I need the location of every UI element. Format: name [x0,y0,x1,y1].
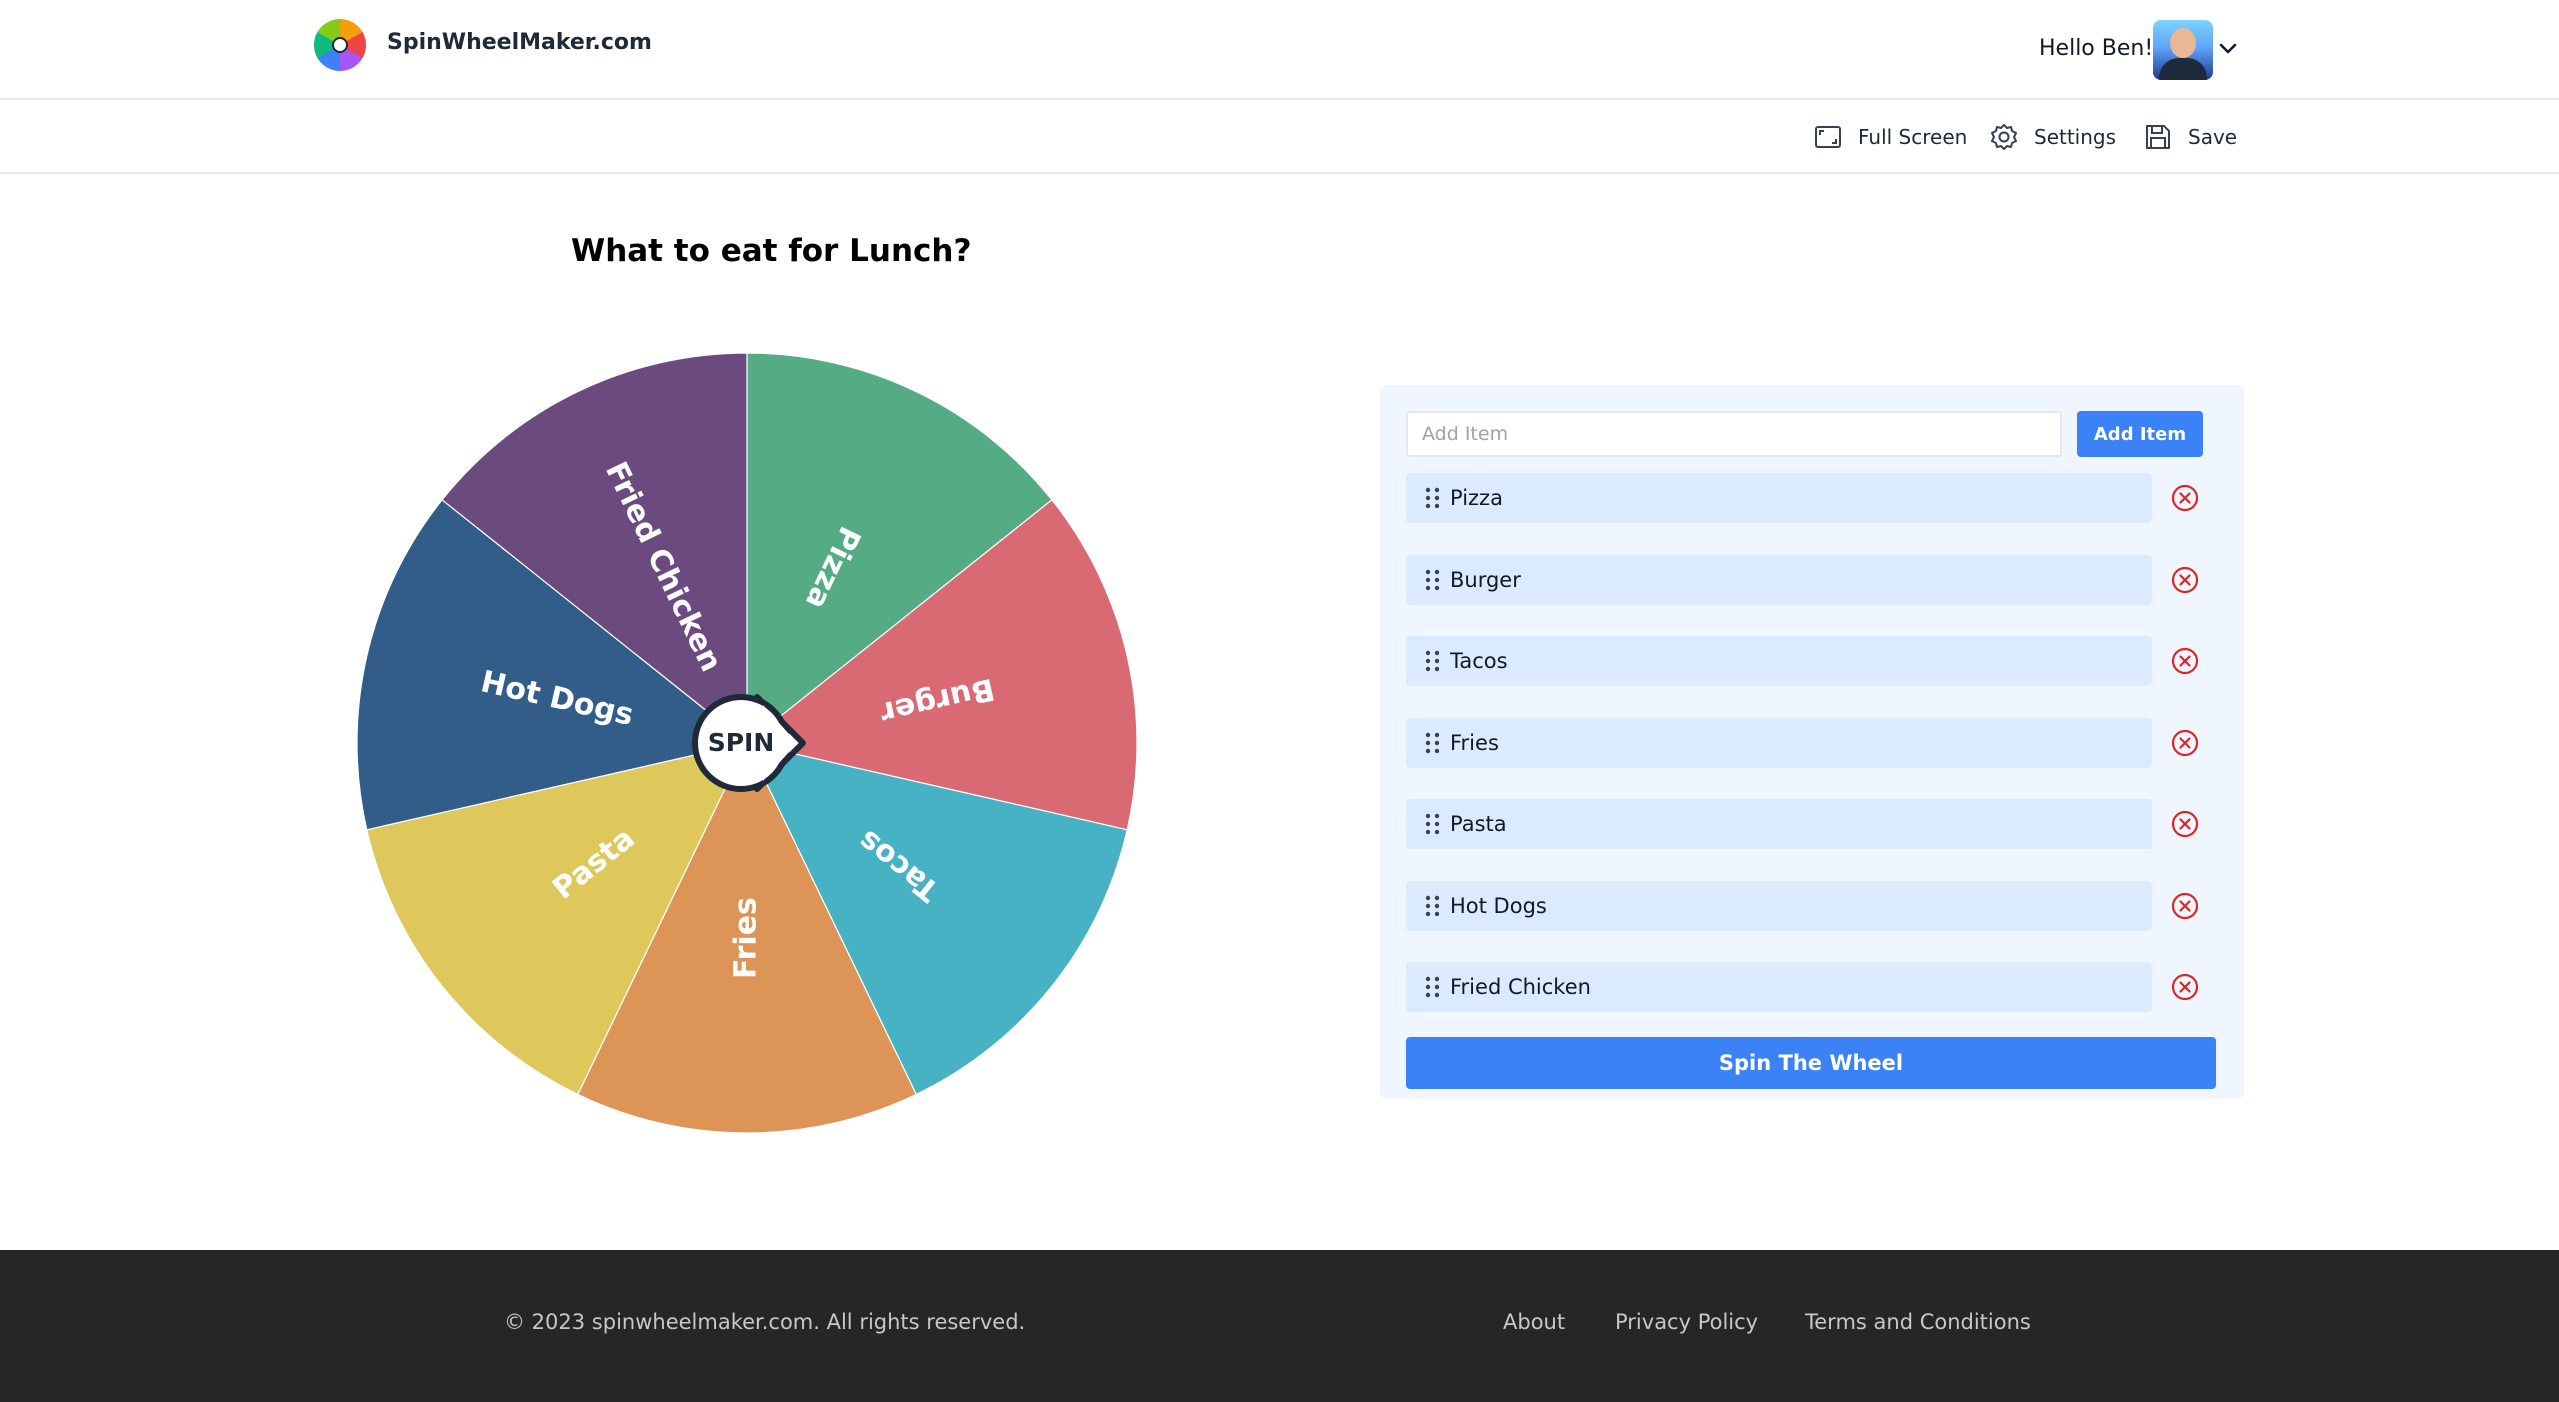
footer-link-about[interactable]: About [1503,1310,1565,1334]
list-item[interactable]: Pasta [1406,799,2152,849]
footer-link-terms[interactable]: Terms and Conditions [1805,1310,2031,1334]
spin-the-wheel-button[interactable]: Spin The Wheel [1406,1037,2216,1089]
list-item[interactable]: Pizza [1406,473,2152,523]
drag-handle-icon[interactable] [1422,812,1444,836]
drag-handle-icon[interactable] [1422,975,1444,999]
wheel-logo-icon[interactable] [314,19,366,71]
list-item-label: Hot Dogs [1450,893,1547,918]
fullscreen-label: Full Screen [1858,125,1968,149]
footer-link-privacy[interactable]: Privacy Policy [1615,1310,1758,1334]
remove-item-icon[interactable] [2170,809,2200,839]
list-item-label: Fries [1450,730,1499,755]
list-item[interactable]: Burger [1406,554,2152,605]
drag-handle-icon[interactable] [1422,649,1444,673]
settings-button[interactable]: Settings [1990,121,2116,153]
drag-handle-icon[interactable] [1422,568,1444,592]
spin-wheel[interactable]: PizzaBurgerTacosFriesPastaHot DogsFried … [356,352,1138,1134]
avatar-head [2170,28,2196,58]
settings-label: Settings [2034,125,2117,149]
remove-item-icon[interactable] [2170,728,2200,758]
remove-item-icon[interactable] [2170,565,2200,595]
fullscreen-button[interactable]: Full Screen [1814,121,1967,153]
add-item-button[interactable]: Add Item [2077,411,2203,457]
wheel-title: What to eat for Lunch? [571,233,972,269]
footer: © 2023 spinwheelmaker.com. All rights re… [0,1250,2559,1402]
list-item[interactable]: Fries [1406,717,2152,768]
top-header: SpinWheelMaker.com Hello Ben! [0,0,2559,100]
avatar-body [2159,58,2207,80]
drag-handle-icon[interactable] [1422,894,1444,918]
remove-item-icon[interactable] [2170,972,2200,1002]
drag-handle-icon[interactable] [1422,731,1444,755]
list-item-label: Burger [1450,567,1521,592]
list-item[interactable]: Fried Chicken [1406,962,2152,1012]
save-icon [2146,125,2170,149]
fullscreen-icon [1815,126,1841,148]
remove-item-icon[interactable] [2170,891,2200,921]
remove-item-icon[interactable] [2170,483,2200,513]
wheel-segment-label: Fries [729,897,764,979]
toolbar: Full Screen Settings Save [0,101,2559,174]
items-panel: Add Item Pizza Burger Tacos Fries Pasta Hot D… [1380,385,2244,1099]
list-item[interactable]: Hot Dogs [1406,880,2152,931]
remove-item-icon[interactable] [2170,646,2200,676]
user-greeting: Hello Ben! [2039,36,2154,61]
save-label: Save [2188,125,2238,149]
save-button[interactable]: Save [2144,121,2237,153]
add-item-input[interactable] [1406,411,2062,457]
list-item-label: Fried Chicken [1450,975,1591,999]
list-item-label: Pizza [1450,486,1503,510]
brand-name[interactable]: SpinWheelMaker.com [387,30,652,55]
list-item-label: Tacos [1450,649,1508,673]
avatar[interactable] [2153,20,2213,80]
copyright-text: © 2023 spinwheelmaker.com. All rights re… [504,1310,1026,1334]
list-item[interactable]: Tacos [1406,636,2152,686]
list-item-label: Pasta [1450,812,1507,836]
gear-icon [1991,124,2017,150]
drag-handle-icon[interactable] [1422,486,1444,510]
spin-label: SPIN [708,728,775,757]
chevron-down-icon[interactable] [2216,36,2240,60]
